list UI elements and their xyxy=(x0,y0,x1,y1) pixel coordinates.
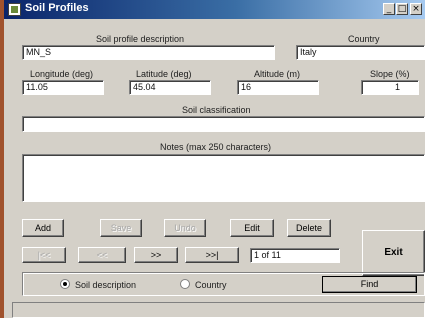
record-position-display: 1 of 11 xyxy=(250,248,340,263)
soil-profile-description-label: Soil profile description xyxy=(96,34,185,44)
altitude-label: Altitude (m) xyxy=(254,69,301,79)
latitude-field[interactable]: 45.04 xyxy=(129,80,211,95)
minimize-icon[interactable]: _ xyxy=(383,3,395,15)
soil-description-radio[interactable] xyxy=(60,279,70,289)
add-button[interactable]: Add xyxy=(22,219,64,237)
next-record-button[interactable]: >> xyxy=(134,247,178,263)
close-icon[interactable]: × xyxy=(410,3,422,15)
window-title: Soil Profiles xyxy=(25,2,89,14)
latitude-label: Latitude (deg) xyxy=(136,69,192,79)
notes-textarea[interactable] xyxy=(22,154,425,202)
country-option-label[interactable]: Country xyxy=(195,280,227,290)
notes-label: Notes (max 250 characters) xyxy=(160,142,272,152)
title-bar[interactable]: Soil Profiles _ □ × xyxy=(4,0,425,19)
soil-classification-label: Soil classification xyxy=(182,105,251,115)
country-label: Country xyxy=(348,34,380,44)
last-record-button[interactable]: >>| xyxy=(185,247,239,263)
restore-icon[interactable]: □ xyxy=(396,3,408,15)
first-record-button[interactable]: |<< xyxy=(22,247,66,263)
country-radio[interactable] xyxy=(180,279,190,289)
previous-record-button[interactable]: << xyxy=(78,247,126,263)
undo-button[interactable]: Undo xyxy=(164,219,206,237)
app-icon xyxy=(8,3,21,16)
edit-button[interactable]: Edit xyxy=(230,219,274,237)
slope-field[interactable]: 1 xyxy=(361,80,419,95)
window-frame-edge xyxy=(0,0,4,318)
exit-button[interactable]: Exit xyxy=(362,230,425,276)
find-button[interactable]: Find xyxy=(322,276,417,293)
slope-label: Slope (%) xyxy=(370,69,410,79)
soil-profile-description-field[interactable]: MN_S xyxy=(22,45,275,60)
country-field[interactable]: Italy xyxy=(296,45,425,60)
longitude-field[interactable]: 11.05 xyxy=(22,80,104,95)
delete-button[interactable]: Delete xyxy=(287,219,331,237)
soil-classification-field[interactable] xyxy=(22,116,425,132)
longitude-label: Longitude (deg) xyxy=(30,69,94,79)
soil-profiles-window: Soil Profiles _ □ × Soil profile descrip… xyxy=(0,0,425,318)
status-bar xyxy=(12,302,425,318)
save-button[interactable]: Save xyxy=(100,219,142,237)
soil-description-option-label[interactable]: Soil description xyxy=(75,280,136,290)
altitude-field[interactable]: 16 xyxy=(237,80,319,95)
